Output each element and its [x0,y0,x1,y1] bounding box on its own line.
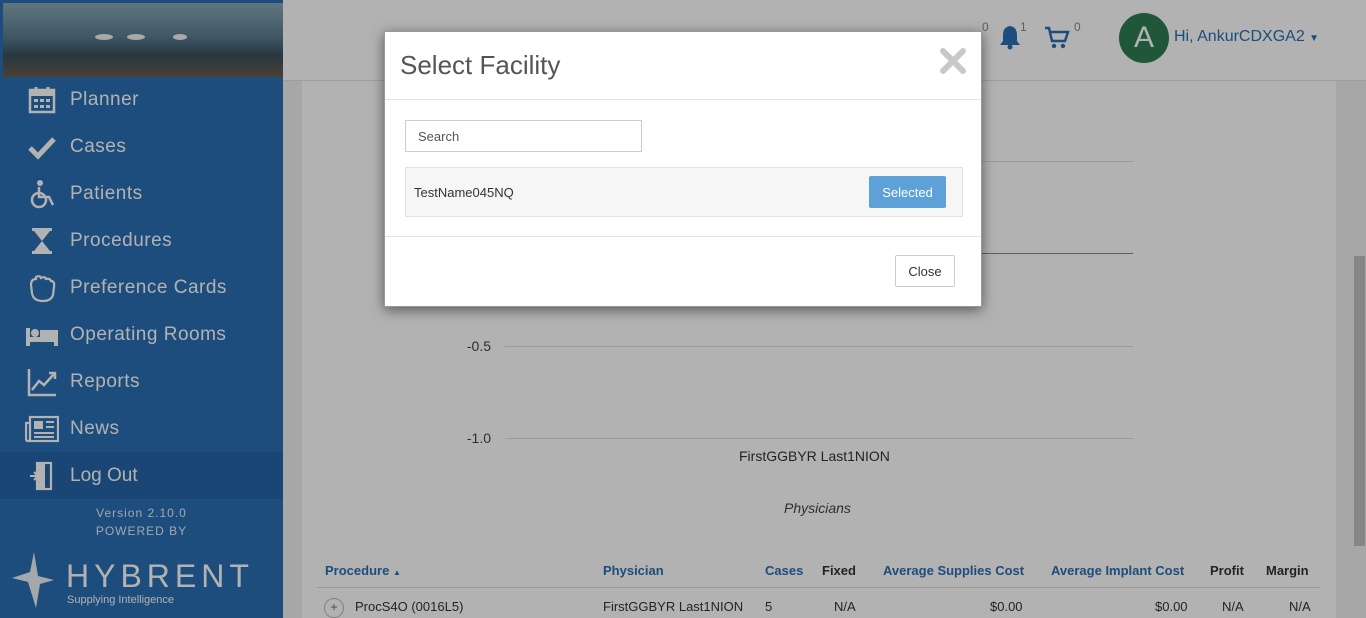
select-facility-modal: Select Facility TestName045NQ Selected C… [384,31,982,307]
close-button[interactable]: Close [895,255,955,287]
modal-footer-divider [385,236,981,237]
modal-title: Select Facility [400,50,561,80]
close-icon[interactable] [936,44,970,78]
modal-header: Select Facility [385,32,981,100]
facility-list-item: TestName045NQ Selected [405,167,963,217]
selected-button[interactable]: Selected [869,176,946,208]
facility-search-input[interactable] [405,120,642,152]
facility-name: TestName045NQ [414,185,514,200]
